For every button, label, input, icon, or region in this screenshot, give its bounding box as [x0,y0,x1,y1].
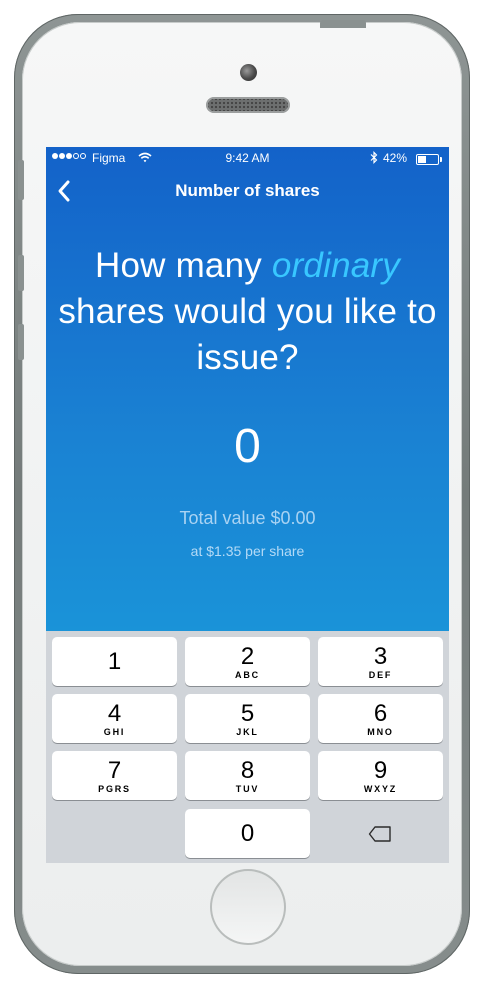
key-4[interactable]: 4 GHI [52,694,177,743]
volume-down-button [18,324,24,360]
key-digit: 2 [240,643,255,670]
earpiece-speaker [206,97,290,113]
key-letters: DEF [368,670,393,680]
screen: Figma 9:42 AM 42% Number of shares How m… [46,147,449,863]
delete-key[interactable] [314,809,443,858]
key-letters: GHI [103,727,126,737]
key-letters: ABC [235,670,260,680]
key-digit: 3 [373,643,388,670]
question-heading: How many ordinary shares would you like … [56,243,439,381]
share-count-display: 0 [234,420,261,473]
key-letters: MNO [367,727,394,737]
price-per-share-text: at $1.35 per share [190,543,305,559]
key-digit: 5 [240,700,255,727]
key-digit: 4 [107,700,122,727]
key-1[interactable]: 1 [52,637,177,686]
total-value-text: Total value $0.00 [179,508,316,528]
key-letters: PGRS [98,784,131,794]
volume-up-button [18,255,24,291]
bluetooth-icon [370,151,378,164]
key-digit: 9 [373,757,388,784]
key-digit: 0 [240,820,255,847]
delete-backspace-icon [368,826,391,842]
key-2[interactable]: 2 ABC [185,637,310,686]
key-3[interactable]: 3 DEF [318,637,443,686]
key-letters: TUV [235,784,260,794]
question-text-start: How many [95,246,262,285]
page-title: Number of shares [175,181,320,200]
question-emphasis: ordinary [271,246,400,285]
key-digit: 1 [107,648,122,675]
mute-switch [18,160,24,200]
key-0[interactable]: 0 [185,809,310,858]
status-bar: Figma 9:42 AM 42% [46,147,449,169]
key-letters: JKL [236,727,259,737]
key-8[interactable]: 8 TUV [185,751,310,800]
key-letters: WXYZ [363,784,398,794]
battery-percent: 42% [383,151,408,165]
key-digit: 7 [107,757,122,784]
key-6[interactable]: 6 MNO [318,694,443,743]
numeric-keypad: 1 2 ABC 3 DEF 4 GHI 5 JKL 6 MNO 7 PGRS 8… [46,631,449,863]
key-7[interactable]: 7 PGRS [52,751,177,800]
header-panel: Figma 9:42 AM 42% Number of shares How m… [46,147,449,631]
home-button[interactable] [210,869,286,945]
key-5[interactable]: 5 JKL [185,694,310,743]
battery-icon [416,154,442,165]
navigation-bar: Number of shares [46,169,449,213]
key-digit: 6 [373,700,388,727]
power-button [320,20,366,28]
front-camera [240,64,257,81]
key-9[interactable]: 9 WXYZ [318,751,443,800]
question-text-end: shares would you like to issue? [58,292,437,377]
key-digit: 8 [240,757,255,784]
